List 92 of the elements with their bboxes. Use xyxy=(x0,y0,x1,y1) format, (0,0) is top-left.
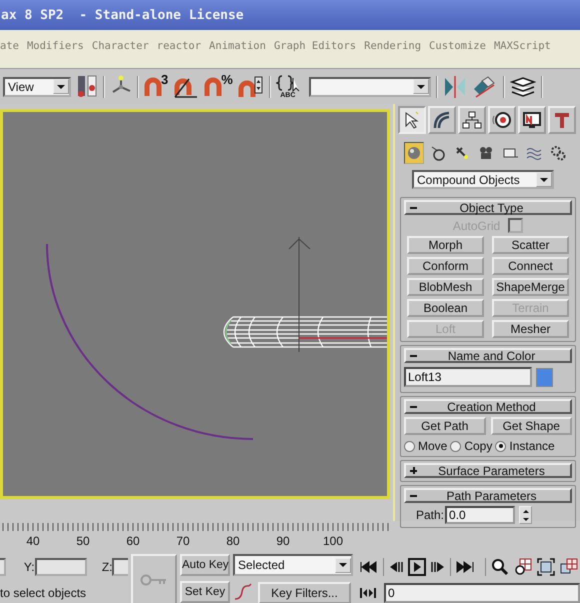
ruler-label: 50 xyxy=(76,534,90,548)
object-type-button[interactable]: Boolean xyxy=(407,299,484,317)
menu-item[interactable]: ate xyxy=(0,40,19,52)
selection-filter-icon[interactable] xyxy=(76,74,98,100)
object-type-button[interactable]: ShapeMerge xyxy=(492,278,569,296)
previous-frame-icon[interactable] xyxy=(389,561,403,573)
zoom-icon[interactable] xyxy=(491,558,509,576)
key-filters-button[interactable]: Key Filters... xyxy=(258,582,351,603)
menu-item[interactable]: Customize xyxy=(429,40,486,52)
radio-button[interactable] xyxy=(495,440,506,452)
ruler-label: 100 xyxy=(322,534,344,548)
menu-item[interactable]: reactor xyxy=(156,40,202,52)
path-field[interactable]: 0.0 xyxy=(445,506,516,524)
menu-item[interactable]: Character xyxy=(92,40,149,52)
frame-field[interactable]: 0 xyxy=(384,583,580,603)
menu-item[interactable]: Graph Editors xyxy=(274,40,356,52)
object-category-dropdown[interactable]: Compound Objects xyxy=(412,170,554,189)
auto-key-button[interactable]: Auto Key xyxy=(180,554,230,576)
object-name-field[interactable]: Loft13 xyxy=(404,367,532,387)
zoom-extents-all-icon[interactable] xyxy=(560,558,578,576)
next-frame-icon[interactable] xyxy=(431,561,445,573)
radio-label: Copy xyxy=(464,439,492,453)
object-type-button[interactable]: Conform xyxy=(407,257,484,275)
rollout-header[interactable]: Path Parameters xyxy=(404,488,572,503)
z-label: Z: xyxy=(102,560,112,574)
snap-count-label: 3 xyxy=(161,72,168,87)
color-swatch[interactable] xyxy=(536,368,553,386)
object-type-button[interactable]: Connect xyxy=(492,257,569,275)
play-icon[interactable] xyxy=(408,558,426,576)
rollout-header[interactable]: Name and Color xyxy=(404,348,572,363)
menu-item[interactable]: MAXScript xyxy=(494,40,551,52)
go-to-end-icon[interactable] xyxy=(456,561,474,573)
mirror-icon[interactable] xyxy=(442,74,467,98)
ruler-label: 80 xyxy=(226,534,240,548)
creation-method-button[interactable]: Get Shape xyxy=(490,417,572,435)
menu-item[interactable]: Modifiers xyxy=(26,40,84,52)
x-coordinate-field[interactable] xyxy=(0,558,6,576)
panel-tab[interactable] xyxy=(458,106,486,134)
ruler-label: 70 xyxy=(176,534,190,548)
object-type-button[interactable]: Morph xyxy=(407,236,484,254)
radio-button[interactable] xyxy=(450,440,462,452)
rollout-header[interactable]: Creation Method xyxy=(404,399,572,414)
sphere-icon xyxy=(406,145,422,161)
status-text: to select objects xyxy=(0,586,86,600)
rollout-header[interactable]: Surface Parameters xyxy=(404,463,572,478)
panel-tab[interactable] xyxy=(488,106,516,134)
object-type-button[interactable]: Mesher xyxy=(492,320,569,338)
window-title: ax 8 SP2 - Stand-alone License xyxy=(1,8,244,22)
key-mode-toggle-icon[interactable] xyxy=(360,587,376,599)
radio-label: Instance xyxy=(509,439,555,453)
zoom-extents-icon[interactable] xyxy=(537,558,555,576)
camera-icon xyxy=(478,145,494,161)
object-type-button[interactable]: Scatter xyxy=(492,236,569,254)
viewport[interactable] xyxy=(0,109,390,499)
spinner-snap-icon[interactable] xyxy=(238,74,264,98)
key-icon xyxy=(140,574,168,586)
set-key-button[interactable]: Set Key xyxy=(180,581,230,603)
spinner-arrows[interactable] xyxy=(519,506,532,524)
z-coordinate-field[interactable] xyxy=(112,558,128,576)
rollout-header[interactable]: Object Type xyxy=(404,200,572,215)
object-type-button[interactable]: BlobMesh xyxy=(407,278,484,296)
zoom-all-icon[interactable] xyxy=(514,558,532,576)
key-mode-dropdown[interactable]: Selected xyxy=(233,554,353,576)
view-dropdown[interactable]: View xyxy=(3,76,71,96)
wave-icon xyxy=(526,145,542,161)
gear-icon xyxy=(550,145,566,161)
y-coordinate-field[interactable] xyxy=(34,558,87,576)
menu-item[interactable]: Animation xyxy=(209,40,266,52)
percent-label: % xyxy=(221,72,233,87)
radio-label: Move xyxy=(418,439,448,453)
named-selection-dropdown[interactable] xyxy=(308,76,431,96)
ruler-label: 90 xyxy=(276,534,290,548)
panel-tab[interactable] xyxy=(398,106,426,134)
category-button[interactable] xyxy=(404,142,424,164)
layers-icon[interactable] xyxy=(510,76,536,98)
magnet-icon[interactable] xyxy=(204,76,222,98)
ruler-label: 60 xyxy=(126,534,140,548)
bend-icon xyxy=(432,110,452,130)
monitor-icon xyxy=(522,110,542,130)
panel-tab[interactable] xyxy=(518,106,546,134)
radio-button[interactable] xyxy=(404,440,415,452)
magnet-icon[interactable] xyxy=(144,76,162,98)
y-label: Y: xyxy=(24,560,35,574)
ruler-label: 40 xyxy=(26,534,40,548)
creation-method-button[interactable]: Get Path xyxy=(404,417,486,435)
path-label: Path: xyxy=(416,508,444,522)
panel-tab[interactable] xyxy=(428,106,456,134)
go-to-start-icon[interactable] xyxy=(360,561,378,573)
menu-item[interactable]: Rendering xyxy=(364,40,422,52)
hierarchy-icon xyxy=(462,110,482,130)
shapes-icon xyxy=(430,145,446,161)
brace-cursor-icon[interactable] xyxy=(276,74,300,92)
